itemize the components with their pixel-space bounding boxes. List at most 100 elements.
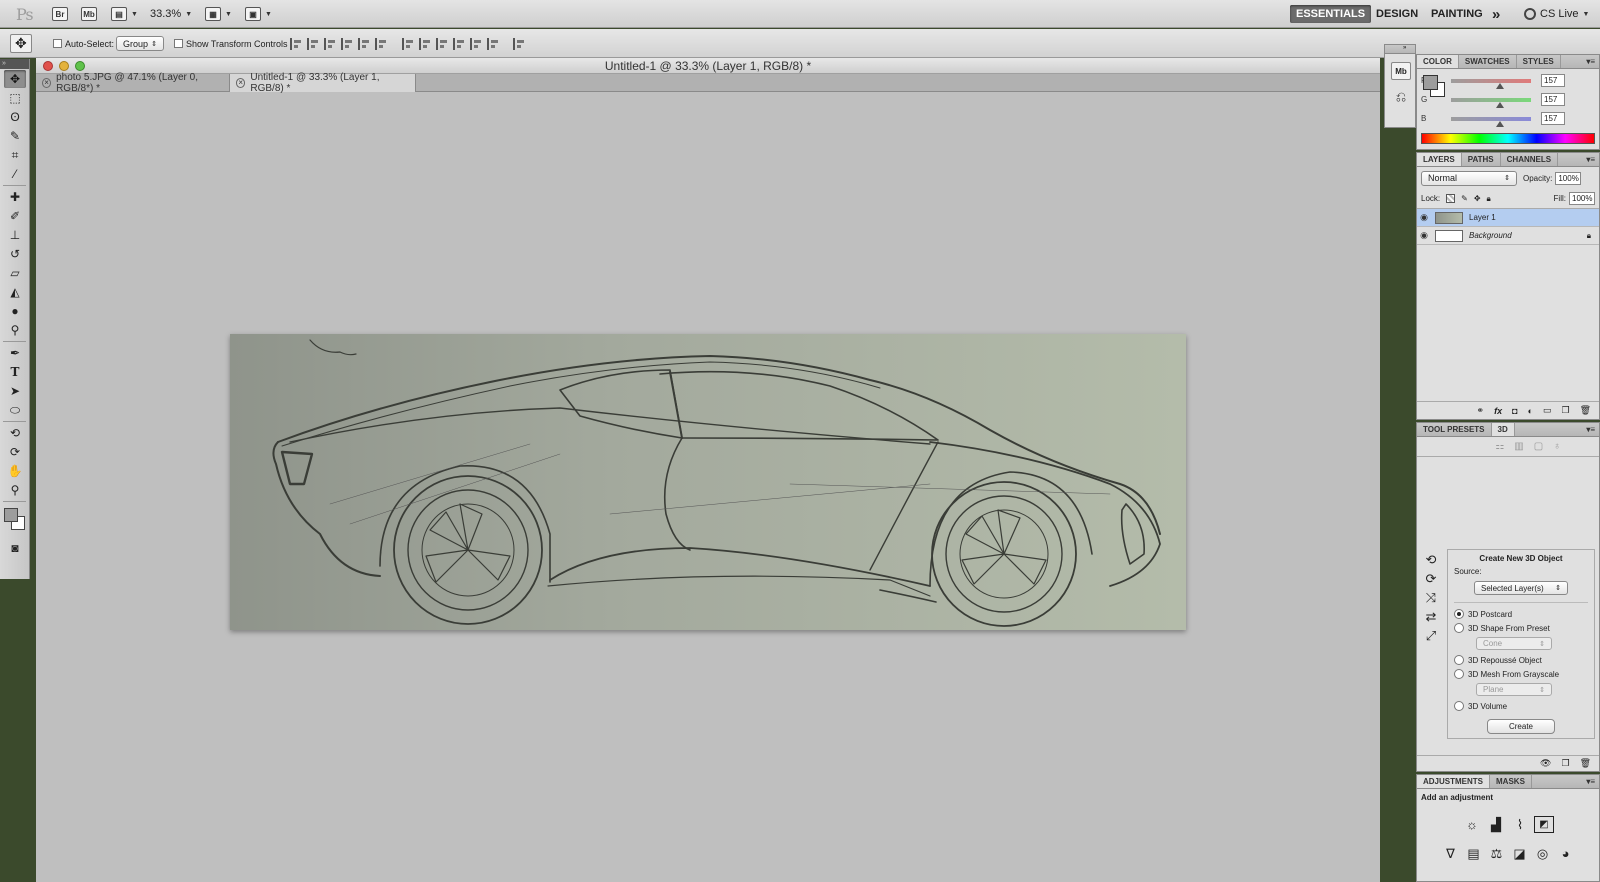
align-right-icon[interactable] bbox=[375, 37, 387, 50]
auto-align-button[interactable] bbox=[513, 29, 530, 58]
healing-brush-tool[interactable]: ✚ bbox=[4, 188, 26, 206]
history-panel-button[interactable]: ⎌ bbox=[1391, 88, 1411, 106]
adjustment-layer-icon[interactable]: ◐ bbox=[1528, 406, 1533, 416]
fx-icon[interactable]: fx bbox=[1494, 406, 1502, 416]
source-dropdown[interactable]: Selected Layer(s) ⇕ bbox=[1474, 581, 1568, 595]
mesh-icon[interactable]: ▥ bbox=[1514, 441, 1523, 452]
lock-all-icon[interactable]: 🔒︎ bbox=[1487, 194, 1491, 204]
light-icon[interactable]: ♁ bbox=[1553, 441, 1561, 452]
pen-tool[interactable]: ✒ bbox=[4, 344, 26, 362]
fg-color-chip[interactable] bbox=[1423, 75, 1438, 90]
channel-b-value[interactable]: 157 bbox=[1541, 112, 1565, 125]
layer-row[interactable]: ◉ Background 🔒︎ bbox=[1417, 227, 1599, 245]
channel-g-value[interactable]: 157 bbox=[1541, 93, 1565, 106]
close-icon[interactable]: × bbox=[236, 78, 246, 88]
radio-3d-volume[interactable] bbox=[1454, 701, 1464, 711]
path-selection-tool[interactable]: ➤ bbox=[4, 382, 26, 400]
dodge-tool[interactable]: ⚲ bbox=[4, 321, 26, 339]
radio-3d-shape[interactable] bbox=[1454, 623, 1464, 633]
tab-paths[interactable]: PATHS bbox=[1462, 153, 1501, 166]
curves-icon[interactable]: ⌇ bbox=[1510, 816, 1530, 833]
option-3d-repousse[interactable]: 3D Repoussé Object bbox=[1454, 653, 1588, 667]
distribute-right-icon[interactable] bbox=[487, 37, 499, 50]
workspace-painting[interactable]: PAINTING bbox=[1425, 0, 1489, 28]
channel-g-thumb[interactable] bbox=[1496, 101, 1505, 108]
3d-orbit-tool[interactable]: ⟳ bbox=[4, 443, 26, 461]
3d-scale-icon[interactable]: ⤢ bbox=[1421, 627, 1441, 644]
brush-tool[interactable]: ✐ bbox=[4, 207, 26, 225]
mini-bridge-panel-button[interactable]: Mb bbox=[1391, 62, 1411, 80]
minimize-window-button[interactable] bbox=[59, 61, 69, 71]
mini-bridge-button[interactable]: Mb bbox=[81, 0, 97, 28]
distribute-hcenter-icon[interactable] bbox=[470, 37, 482, 50]
option-3d-postcard[interactable]: 3D Postcard bbox=[1454, 607, 1588, 621]
zoom-window-button[interactable] bbox=[75, 61, 85, 71]
tab-channels[interactable]: CHANNELS bbox=[1501, 153, 1559, 166]
cs-live-button[interactable]: CS Live ▼ bbox=[1524, 0, 1589, 28]
3d-pan-icon[interactable]: ⤨ bbox=[1421, 589, 1441, 606]
option-3d-shape[interactable]: 3D Shape From Preset bbox=[1454, 621, 1588, 635]
toolbox-header[interactable]: » bbox=[0, 59, 29, 69]
opacity-field[interactable]: 100% bbox=[1555, 171, 1582, 185]
foreground-color-swatch[interactable] bbox=[4, 508, 18, 522]
layer-name[interactable]: Layer 1 bbox=[1469, 213, 1496, 222]
tab-tool-presets[interactable]: TOOL PRESETS bbox=[1417, 423, 1492, 436]
scene-icon[interactable]: ⚏ bbox=[1495, 441, 1504, 452]
slider-b[interactable]: B 157 bbox=[1421, 109, 1600, 128]
black-white-icon[interactable]: ◪ bbox=[1510, 845, 1530, 862]
lock-position-icon[interactable]: ✥ bbox=[1474, 194, 1481, 203]
panel-menu-icon[interactable]: ▾≡ bbox=[1586, 153, 1595, 167]
tool-preset-picker[interactable]: ✥ bbox=[10, 29, 32, 58]
tab-styles[interactable]: STYLES bbox=[1517, 55, 1561, 68]
align-vcenter-icon[interactable] bbox=[307, 37, 319, 50]
option-3d-mesh[interactable]: 3D Mesh From Grayscale bbox=[1454, 667, 1588, 681]
align-hcenter-icon[interactable] bbox=[358, 37, 370, 50]
eye-icon[interactable]: ◉ bbox=[1417, 230, 1431, 241]
channel-r-thumb[interactable] bbox=[1496, 82, 1505, 89]
levels-icon[interactable]: ▟ bbox=[1486, 816, 1506, 833]
panel-menu-icon[interactable]: ▾≡ bbox=[1586, 55, 1595, 69]
new-group-icon[interactable]: ▭ bbox=[1543, 405, 1552, 416]
3d-slide-icon[interactable]: ⇄ bbox=[1421, 608, 1441, 625]
distribute-vcenter-icon[interactable] bbox=[419, 37, 431, 50]
show-transform-checkbox[interactable]: Show Transform Controls bbox=[174, 29, 288, 58]
3d-roll-icon[interactable]: ⟳ bbox=[1421, 570, 1441, 587]
radio-3d-repousse[interactable] bbox=[1454, 655, 1464, 665]
radio-3d-postcard[interactable] bbox=[1454, 609, 1464, 619]
distribute-bottom-icon[interactable] bbox=[436, 37, 448, 50]
material-icon[interactable]: ▢ bbox=[1534, 441, 1543, 452]
channel-r-value[interactable]: 157 bbox=[1541, 74, 1565, 87]
add-mask-icon[interactable]: ◘ bbox=[1512, 406, 1517, 416]
toggle-3d-icon[interactable]: 👁︎ bbox=[1540, 758, 1551, 769]
photo-filter-icon[interactable]: ◎ bbox=[1533, 845, 1553, 862]
tab-color[interactable]: COLOR bbox=[1417, 55, 1459, 68]
brightness-contrast-icon[interactable]: ☼ bbox=[1462, 816, 1482, 833]
marquee-tool[interactable]: ⬚ bbox=[4, 89, 26, 107]
exposure-icon[interactable]: ◩ bbox=[1534, 816, 1554, 833]
create-button[interactable]: Create bbox=[1487, 719, 1555, 734]
vibrance-icon[interactable]: ∇ bbox=[1441, 845, 1461, 862]
auto-select-dropdown[interactable]: Group ⇕ bbox=[116, 29, 164, 58]
close-window-button[interactable] bbox=[43, 61, 53, 71]
move-tool[interactable]: ✥ bbox=[4, 70, 26, 88]
3d-rotate-icon[interactable]: ⟲ bbox=[1421, 551, 1441, 568]
slider-g[interactable]: G 157 bbox=[1421, 90, 1600, 109]
lock-transparent-icon[interactable] bbox=[1446, 194, 1456, 203]
option-3d-volume[interactable]: 3D Volume bbox=[1454, 699, 1588, 713]
fill-field[interactable]: 100% bbox=[1569, 192, 1595, 205]
eraser-tool[interactable]: ▱ bbox=[4, 264, 26, 282]
lock-paint-icon[interactable]: ✎ bbox=[1461, 194, 1468, 203]
eyedropper-tool[interactable]: ⁄ bbox=[4, 165, 26, 183]
tab-adjustments[interactable]: ADJUSTMENTS bbox=[1417, 775, 1491, 788]
blur-tool[interactable]: ● bbox=[4, 302, 26, 320]
auto-select-checkbox[interactable]: Auto-Select: bbox=[53, 29, 114, 58]
tab-layers[interactable]: LAYERS bbox=[1417, 153, 1462, 166]
history-brush-tool[interactable]: ↺ bbox=[4, 245, 26, 263]
slider-r[interactable]: R 157 bbox=[1421, 71, 1600, 90]
channel-b-thumb[interactable] bbox=[1496, 120, 1505, 127]
eye-icon[interactable]: ◉ bbox=[1417, 212, 1431, 223]
channel-g-track[interactable] bbox=[1451, 97, 1531, 108]
hand-tool[interactable]: ✋ bbox=[4, 462, 26, 480]
color-swatches[interactable] bbox=[0, 504, 29, 538]
workspace-design[interactable]: DESIGN bbox=[1370, 0, 1424, 28]
